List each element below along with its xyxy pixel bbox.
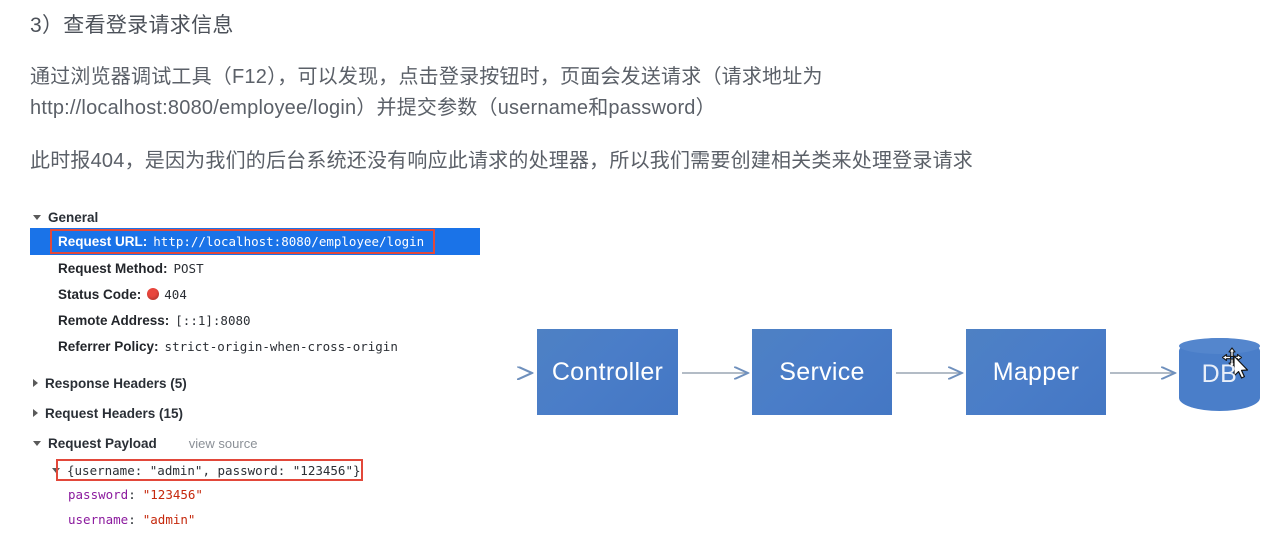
- payload-object-row[interactable]: {username: "admin", password: "123456"}: [30, 458, 500, 482]
- node-controller-label: Controller: [551, 357, 664, 386]
- payload-username-key: username: [68, 512, 129, 527]
- paragraph-request-info: 通过浏览器调试工具（F12），可以发现，点击登录按钮时，页面会发送请求（请求地址…: [30, 62, 1230, 124]
- request-payload-label: Request Payload: [48, 435, 157, 451]
- general-section-header[interactable]: General: [30, 206, 500, 228]
- paragraph-404-explanation: 此时报404，是因为我们的后台系统还没有响应此请求的处理器，所以我们需要创建相关…: [30, 150, 973, 172]
- chevron-right-icon: [33, 409, 38, 417]
- page-title: 3）查看登录请求信息: [30, 14, 234, 37]
- request-headers-section[interactable]: Request Headers (15): [30, 398, 500, 428]
- request-headers-label: Request Headers (15): [45, 405, 184, 421]
- paragraph-line-2: http://localhost:8080/employee/login）并提交…: [30, 97, 716, 119]
- chevron-down-icon: [33, 440, 41, 446]
- payload-username-colon: :: [128, 512, 136, 527]
- request-payload-section[interactable]: Request Payload view source: [30, 428, 500, 458]
- request-url-key: Request URL:: [58, 234, 148, 249]
- payload-password-value: "123456": [142, 487, 203, 502]
- node-database-label: DB: [1201, 360, 1238, 388]
- node-controller[interactable]: Controller: [537, 329, 678, 415]
- node-service[interactable]: Service: [752, 329, 892, 415]
- node-service-label: Service: [779, 357, 865, 386]
- remote-address-value: [::1]:8080: [175, 312, 251, 328]
- remote-address-key: Remote Address:: [58, 312, 170, 328]
- payload-password-colon: :: [128, 487, 136, 502]
- payload-entry-username[interactable]: username : "admin": [30, 507, 500, 532]
- status-code-value: 404: [164, 286, 187, 302]
- response-headers-section[interactable]: Response Headers (5): [30, 368, 500, 398]
- status-error-dot-icon: [147, 288, 160, 300]
- node-mapper-label: Mapper: [992, 357, 1080, 386]
- node-mapper[interactable]: Mapper: [966, 329, 1106, 415]
- request-url-row[interactable]: Request URL: http://localhost:8080/emplo…: [30, 228, 480, 255]
- request-method-row[interactable]: Request Method: POST: [30, 255, 500, 281]
- chevron-down-icon: [52, 467, 60, 473]
- general-section-label: General: [48, 209, 99, 225]
- article-body: 3）查看登录请求信息 通过浏览器调试工具（F12），可以发现，点击登录按钮时，页…: [30, 0, 1230, 177]
- devtools-headers-panel: General Request URL: http://localhost:80…: [30, 206, 500, 532]
- payload-entry-password[interactable]: password : "123456": [30, 482, 500, 507]
- status-code-key: Status Code:: [58, 286, 142, 302]
- referrer-policy-key: Referrer Policy:: [58, 338, 159, 354]
- request-method-key: Request Method:: [58, 260, 168, 276]
- payload-username-value: "admin": [142, 512, 196, 527]
- response-headers-label: Response Headers (5): [45, 375, 187, 391]
- request-method-value: POST: [173, 260, 204, 276]
- referrer-policy-value: strict-origin-when-cross-origin: [164, 338, 398, 354]
- chevron-right-icon: [33, 379, 38, 387]
- status-code-row[interactable]: Status Code: 404: [30, 281, 500, 307]
- payload-password-key: password: [68, 487, 129, 502]
- request-url-value: http://localhost:8080/employee/login: [153, 234, 425, 249]
- paragraph-line-1: 通过浏览器调试工具（F12），可以发现，点击登录按钮时，页面会发送请求（请求地址…: [30, 66, 823, 88]
- remote-address-row[interactable]: Remote Address: [::1]:8080: [30, 307, 500, 333]
- chevron-down-icon: [33, 214, 41, 220]
- referrer-policy-row[interactable]: Referrer Policy: strict-origin-when-cros…: [30, 333, 500, 359]
- payload-object-text: {username: "admin", password: "123456"}: [67, 462, 361, 478]
- view-source-link[interactable]: view source: [189, 436, 258, 451]
